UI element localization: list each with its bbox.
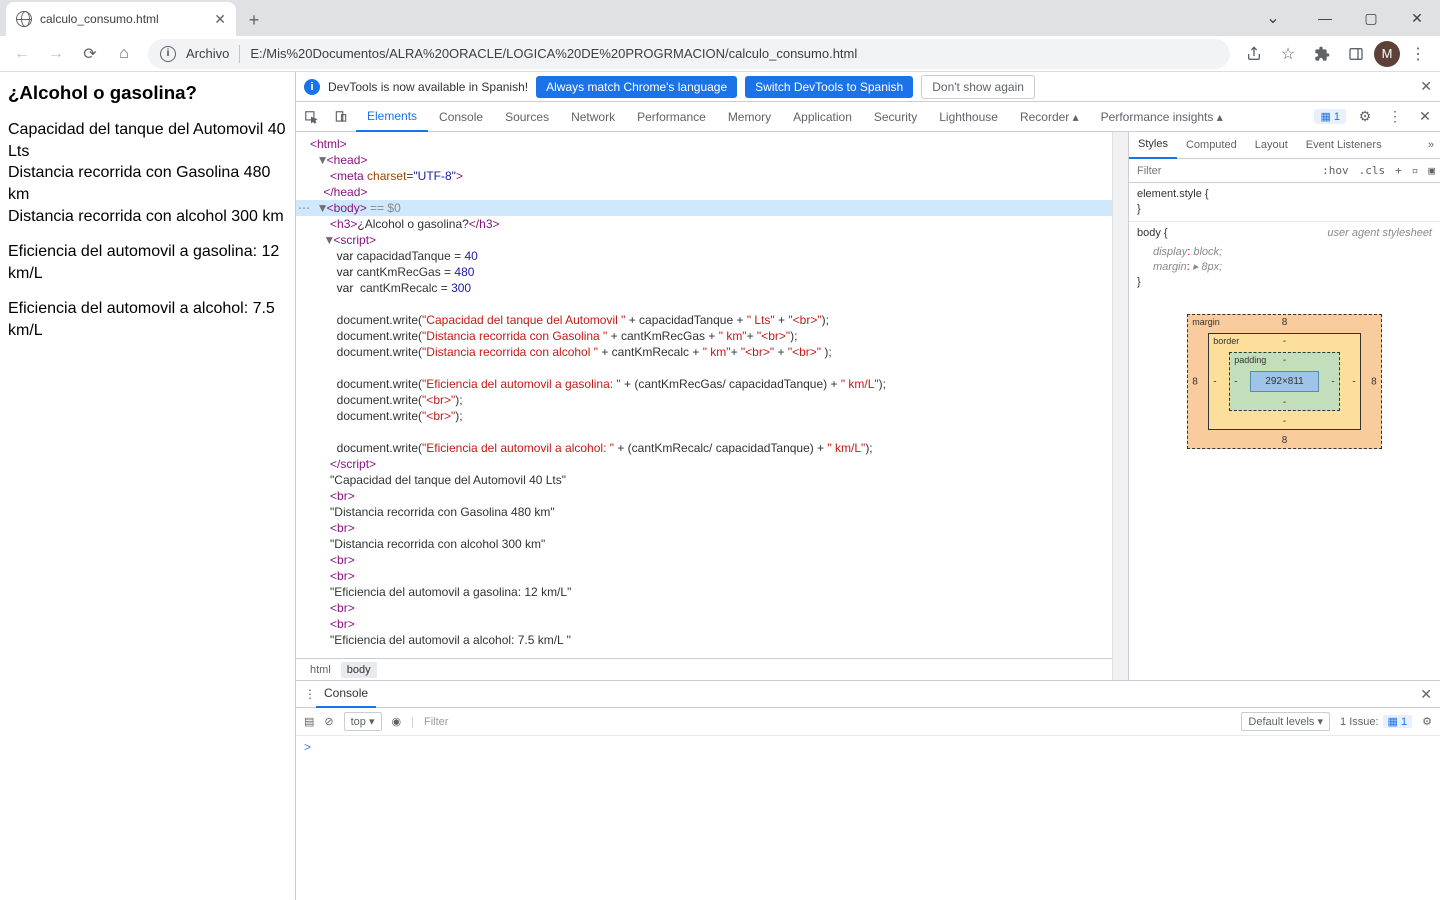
maximize-icon[interactable]: ▢ (1348, 0, 1394, 36)
chevron-down-icon[interactable]: ⌄ (1250, 0, 1296, 36)
dont-show-button[interactable]: Don't show again (921, 75, 1035, 99)
styles-filter-row: :hov .cls + ▫ ▣ (1129, 159, 1440, 183)
tab-lighthouse[interactable]: Lighthouse (928, 102, 1009, 132)
crumb-html[interactable]: html (304, 662, 337, 678)
sidepanel-icon[interactable] (1340, 38, 1372, 70)
page-line: Capacidad del tanque del Automovil 40 Lt… (8, 119, 287, 162)
style-rules[interactable]: element.style { } user agent stylesheet … (1129, 183, 1440, 294)
console-tab[interactable]: Console (316, 681, 376, 708)
switch-language-button[interactable]: Switch DevTools to Spanish (745, 76, 913, 98)
tab-recorder[interactable]: Recorder ▴ (1009, 102, 1090, 132)
close-window-icon[interactable]: ✕ (1394, 0, 1440, 36)
url-label: Archivo (186, 46, 229, 61)
issues-badge[interactable]: ▦1 (1314, 109, 1346, 124)
styles-filter-input[interactable] (1129, 165, 1317, 177)
tab-memory[interactable]: Memory (717, 102, 782, 132)
clear-console-icon[interactable]: ⊘ (324, 715, 333, 728)
tab-title: calculo_consumo.html (40, 12, 159, 26)
minimize-icon[interactable]: — (1302, 0, 1348, 36)
tab-event-listeners[interactable]: Event Listeners (1297, 132, 1391, 159)
window-controls: ⌄ — ▢ ✕ (1250, 0, 1440, 36)
tab-sources[interactable]: Sources (494, 102, 560, 132)
console-header: ⋮ Console ✕ (296, 681, 1440, 708)
page-heading: ¿Alcohol o gasolina? (8, 80, 287, 105)
tree-scrollbar[interactable] (1112, 132, 1128, 680)
address-bar[interactable]: i Archivo E:/Mis%20Documentos/ALRA%20ORA… (148, 39, 1230, 69)
back-button[interactable]: ← (6, 38, 38, 70)
page-line: Distancia recorrida con Gasolina 480 km (8, 162, 287, 205)
info-icon: i (304, 79, 320, 95)
tab-console[interactable]: Console (428, 102, 494, 132)
tab-computed[interactable]: Computed (1177, 132, 1246, 159)
more-icon[interactable]: ⋮ (1380, 108, 1410, 125)
url-text: E:/Mis%20Documentos/ALRA%20ORACLE/LOGICA… (250, 46, 857, 61)
match-language-button[interactable]: Always match Chrome's language (536, 76, 737, 98)
tab-performance[interactable]: Performance (626, 102, 717, 132)
page-line: Eficiencia del automovil a gasolina: 12 … (8, 241, 287, 284)
device-icon[interactable] (326, 110, 356, 124)
dom-tree[interactable]: <html> ▼<head> <meta charset="UTF-8"> </… (296, 132, 1112, 658)
bookmark-icon[interactable]: ☆ (1272, 38, 1304, 70)
rendered-page: ¿Alcohol o gasolina? Capacidad del tanqu… (0, 72, 295, 900)
share-icon[interactable] (1238, 38, 1270, 70)
info-icon[interactable]: i (160, 46, 176, 62)
devtools: i DevTools is now available in Spanish! … (295, 72, 1440, 900)
elements-panel: <html> ▼<head> <meta charset="UTF-8"> </… (296, 132, 1112, 680)
extensions-icon[interactable] (1306, 38, 1338, 70)
tab-network[interactable]: Network (560, 102, 626, 132)
new-tab-button[interactable]: + (240, 6, 268, 34)
console-drawer: ⋮ Console ✕ ▤ ⊘ top ▾ ◉ | Filter Default… (296, 680, 1440, 900)
more-tabs-icon[interactable]: » (1422, 139, 1440, 151)
page-line: Distancia recorrida con alcohol 300 km (8, 206, 287, 228)
browser-titlebar: calculo_consumo.html ✕ + ⌄ — ▢ ✕ (0, 0, 1440, 36)
menu-icon[interactable]: ⋮ (1402, 38, 1434, 70)
close-infobar-icon[interactable]: ✕ (1420, 78, 1432, 95)
tab-perf-insights[interactable]: Performance insights ▴ (1090, 102, 1234, 132)
console-settings-icon[interactable]: ⚙ (1422, 715, 1432, 728)
tab-security[interactable]: Security (863, 102, 928, 132)
globe-icon (16, 11, 32, 27)
separator (239, 45, 240, 63)
sidebar-toggle-icon[interactable]: ▤ (304, 715, 314, 728)
infobar-message: DevTools is now available in Spanish! (328, 80, 528, 94)
home-button[interactable]: ⌂ (108, 38, 140, 70)
page-line: Eficiencia del automovil a alcohol: 7.5 … (8, 298, 287, 341)
breadcrumbs: html body (296, 658, 1112, 680)
styles-panel: Styles Computed Layout Event Listeners »… (1128, 132, 1440, 680)
crumb-body[interactable]: body (341, 662, 377, 678)
console-body[interactable]: > (296, 736, 1440, 900)
profile-avatar[interactable]: M (1374, 41, 1400, 67)
forward-button[interactable]: → (40, 38, 72, 70)
close-tab-icon[interactable]: ✕ (214, 11, 226, 28)
drawer-menu-icon[interactable]: ⋮ (304, 687, 316, 701)
reload-button[interactable]: ⟳ (74, 38, 106, 70)
devtools-tabs: Elements Console Sources Network Perform… (296, 102, 1440, 132)
devtools-infobar: i DevTools is now available in Spanish! … (296, 72, 1440, 102)
selected-node: ⋯ ▼<body> == $0 (296, 200, 1112, 216)
box-model[interactable]: margin 8 8 8 8 border - - - - (1129, 294, 1440, 469)
device-icon[interactable]: ▫ (1407, 164, 1424, 177)
settings-icon[interactable]: ⚙ (1350, 108, 1380, 125)
console-issues[interactable]: 1 Issue:▦ 1 (1340, 715, 1412, 728)
inspect-icon[interactable] (296, 110, 326, 124)
hov-toggle[interactable]: :hov (1317, 164, 1354, 177)
browser-tab[interactable]: calculo_consumo.html ✕ (6, 2, 236, 36)
eye-icon[interactable]: ◉ (392, 715, 402, 728)
browser-toolbar: ← → ⟳ ⌂ i Archivo E:/Mis%20Documentos/AL… (0, 36, 1440, 72)
tab-styles[interactable]: Styles (1129, 132, 1177, 159)
tab-elements[interactable]: Elements (356, 102, 428, 132)
toggle-icon[interactable]: ▣ (1423, 164, 1440, 177)
console-filter[interactable]: Filter (424, 716, 1231, 728)
new-rule-icon[interactable]: + (1390, 164, 1407, 177)
tab-application[interactable]: Application (782, 102, 863, 132)
cls-toggle[interactable]: .cls (1354, 164, 1391, 177)
close-drawer-icon[interactable]: ✕ (1420, 686, 1432, 703)
tab-layout[interactable]: Layout (1246, 132, 1297, 159)
context-selector[interactable]: top ▾ (344, 712, 382, 731)
console-prompt: > (304, 740, 311, 754)
console-toolbar: ▤ ⊘ top ▾ ◉ | Filter Default levels ▾ 1 … (296, 708, 1440, 736)
close-devtools-icon[interactable]: ✕ (1410, 108, 1440, 125)
levels-selector[interactable]: Default levels ▾ (1241, 712, 1330, 731)
styles-tabs: Styles Computed Layout Event Listeners » (1129, 132, 1440, 159)
